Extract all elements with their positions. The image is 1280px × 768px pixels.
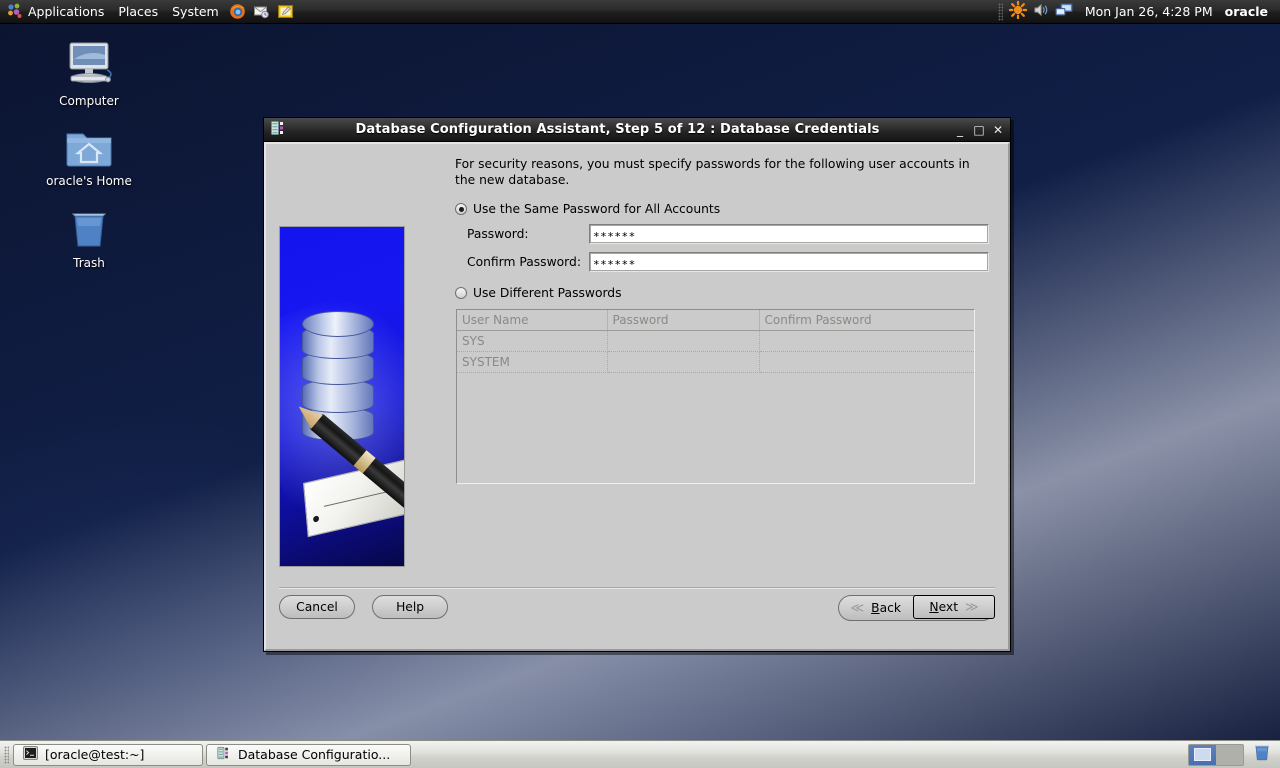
close-button[interactable]: ✕ [990,121,1006,139]
cancel-button[interactable]: Cancel [279,595,355,619]
column-header-password[interactable]: Password [607,310,760,331]
network-icon[interactable] [1055,2,1073,21]
cell-user-name: SYS [457,330,608,352]
button-bar: Cancel Help ≪ Back Next ≫ [279,595,995,635]
window-title-bar[interactable]: Database Configuration Assistant, Step 5… [264,118,1010,142]
password-input[interactable]: ∗∗∗∗∗∗ [589,224,989,244]
menu-places[interactable]: Places [111,1,165,23]
credentials-pane: For security reasons, you must specify p… [455,156,995,484]
cell-confirm-password[interactable] [759,330,974,352]
cell-password[interactable] [607,351,760,373]
gnome-foot-icon [7,3,23,19]
workspace-2[interactable] [1216,744,1243,765]
volume-icon[interactable] [1033,2,1049,21]
menu-applications[interactable]: Applications [0,1,111,23]
database-icon [216,746,231,763]
radio-different-passwords[interactable]: Use Different Passwords [455,286,995,300]
window-title: Database Configuration Assistant, Step 5… [355,122,880,137]
clock[interactable]: Mon Jan 26, 4:28 PM [1079,4,1219,19]
desktop-icon-trash-label: Trash [73,256,105,270]
home-folder-icon [29,118,149,170]
menu-system-label: System [172,3,219,19]
confirm-password-row: Confirm Password: ∗∗∗∗∗∗ [455,252,995,272]
workspace-1[interactable] [1189,744,1216,765]
brightness-icon[interactable] [1008,0,1028,22]
database-icon [270,120,286,140]
minimize-button[interactable]: _ [952,121,968,139]
back-button[interactable]: ≪ Back [839,596,913,620]
text-editor-icon [278,5,294,18]
desktop-icon-computer-label: Computer [59,94,119,108]
radio-same-password-label: Use the Same Password for All Accounts [473,202,721,216]
desktop-icon-home[interactable]: oracle's Home [29,118,149,188]
panel-drag-handle[interactable] [997,2,1003,21]
back-button-label: Back [871,601,901,615]
menu-applications-label: Applications [28,3,105,19]
launcher-text-editor[interactable] [274,1,298,23]
password-label: Password: [467,227,529,241]
radio-different-passwords-label: Use Different Passwords [473,286,622,300]
help-button[interactable]: Help [372,595,449,619]
firefox-icon [230,4,246,19]
radio-different-passwords-indicator[interactable] [455,287,467,299]
column-header-confirm-password[interactable]: Confirm Password [759,310,974,331]
back-mnemonic: B [871,601,880,615]
terminal-icon [23,746,38,763]
top-panel: Applications Places System Mon Jan 26, 4… [0,0,1280,24]
trash-applet-icon[interactable] [1252,743,1272,767]
chevron-left-icon: ≪ [850,600,865,616]
column-header-user-name[interactable]: User Name [457,310,608,331]
workspace-switcher[interactable] [1188,743,1244,766]
task-button-terminal[interactable]: [oracle@test:~] [13,743,203,766]
content-area: For security reasons, you must specify p… [266,144,1008,599]
confirm-password-label: Confirm Password: [467,255,581,269]
menu-places-label: Places [118,3,159,19]
cell-password[interactable] [607,330,760,352]
maximize-button[interactable]: □ [971,121,987,139]
launcher-evolution-mail[interactable] [250,1,274,23]
trash-icon [29,200,149,252]
desktop-icon-trash[interactable]: Trash [29,200,149,270]
cell-confirm-password[interactable] [759,351,974,373]
radio-same-password[interactable]: Use the Same Password for All Accounts [455,202,995,216]
next-mnemonic: N [929,600,939,614]
user-menu[interactable]: oracle [1225,4,1270,19]
radio-same-password-indicator[interactable] [455,203,467,215]
task-button-dca[interactable]: Database Configuratio... [206,743,411,766]
password-row: Password: ∗∗∗∗∗∗ [455,224,995,244]
cell-user-name: SYSTEM [457,351,608,373]
next-button-label: Next [929,600,959,614]
task-button-terminal-label: [oracle@test:~] [45,747,145,762]
menu-system[interactable]: System [165,1,226,23]
bottom-panel: [oracle@test:~] Database Configuratio... [0,740,1280,768]
taskbar-drag-handle[interactable] [4,745,9,764]
desktop-icon-home-label: oracle's Home [46,174,132,188]
computer-icon [29,38,149,90]
confirm-password-input[interactable]: ∗∗∗∗∗∗ [589,252,989,272]
launcher-firefox[interactable] [226,1,250,23]
taskbar-right-area [1188,743,1280,767]
evolution-mail-icon [254,6,270,19]
credentials-table[interactable]: User Name Password Confirm Password SYS [456,309,975,484]
next-button[interactable]: Next ≫ [913,595,995,619]
desktop-icon-computer[interactable]: Computer [29,38,149,108]
banner-image [279,226,405,567]
task-button-dca-label: Database Configuratio... [238,747,391,762]
table-header-row: User Name Password Confirm Password [457,310,974,331]
window-body: For security reasons, you must specify p… [264,142,1010,651]
chevron-right-icon: ≫ [965,599,979,615]
navigation-buttons: ≪ Back Next ≫ [837,595,995,621]
table-row[interactable]: SYSTEM [457,351,974,373]
panel-tray: Mon Jan 26, 4:28 PM oracle [997,0,1280,22]
instruction-text: For security reasons, you must specify p… [455,157,970,187]
database-configuration-assistant-window: Database Configuration Assistant, Step 5… [263,117,1011,652]
table-row[interactable]: SYS [457,330,974,352]
button-bar-separator [279,587,995,589]
